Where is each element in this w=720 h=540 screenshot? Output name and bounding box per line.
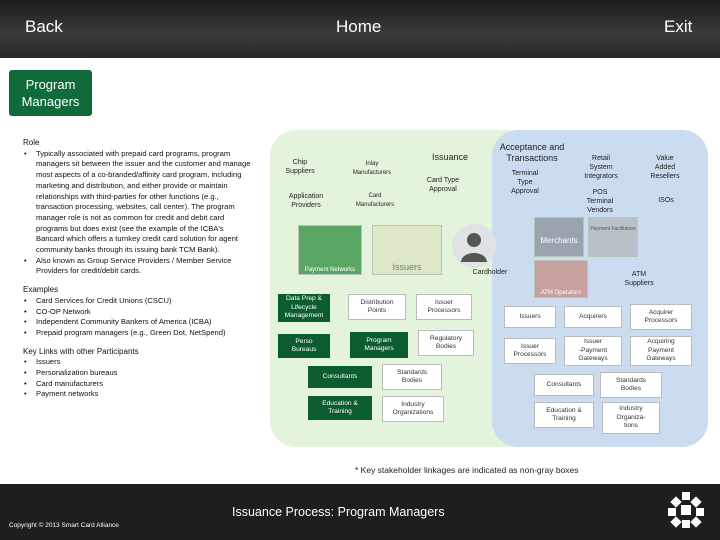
list-item: Typically associated with prepaid card p… <box>23 149 251 256</box>
home-button[interactable]: Home <box>336 17 381 37</box>
chip-suppliers-label: Chip Suppliers <box>285 159 315 175</box>
pos-terminal-vendors-label: POS Terminal Vendors <box>586 189 614 214</box>
data-prep-box[interactable]: Data Prep & Lifecycle Management <box>278 294 330 322</box>
cardholder-label: Cardholder <box>472 269 508 276</box>
list-item: CO-OP Network <box>23 307 251 318</box>
distribution-points-box[interactable]: Distribution Points <box>348 294 406 320</box>
atm-operators-tile: ATM Operators <box>534 260 588 298</box>
person-icon <box>461 233 487 262</box>
merchants-tile: Merchants <box>534 217 584 257</box>
list-item: Prepaid program managers (e.g., Green Do… <box>23 328 251 339</box>
issuers-caption: Issuers <box>392 262 422 272</box>
links-list: Issuers Personalization bureaus Card man… <box>23 357 251 400</box>
standards-bodies-box[interactable]: Standards Bodies <box>382 364 442 390</box>
footer-title: Issuance Process: Program Managers <box>232 505 445 519</box>
retail-system-integrators-label: Retail System Integrators <box>584 155 618 180</box>
acquirers-box[interactable]: Acquirers <box>564 306 622 328</box>
smart-card-alliance-logo-icon <box>668 492 704 528</box>
list-item: Also known as Group Service Providers / … <box>23 256 251 277</box>
education-training-box[interactable]: Education & Training <box>308 396 372 420</box>
acquiring-payment-gateways-box[interactable]: Acquiring Payment Gateways <box>630 336 692 366</box>
education-training-box-acceptance[interactable]: Education & Training <box>534 402 594 428</box>
list-item: Payment networks <box>23 389 251 400</box>
examples-heading: Examples <box>23 285 59 295</box>
list-item: Personalization bureaus <box>23 368 251 379</box>
card-type-approval-label: Card Type Approval <box>426 177 460 193</box>
acquirer-processors-box[interactable]: Acquirer Processors <box>630 304 692 330</box>
standards-bodies-box-acceptance[interactable]: Standards Bodies <box>600 372 662 398</box>
industry-organizations-box[interactable]: Industry Organizations <box>382 396 444 422</box>
application-providers-label: Application Providers <box>288 193 324 209</box>
inlay-manufacturers-label: Inlay Manufacturers <box>352 161 392 176</box>
consultants-box-acceptance[interactable]: Consultants <box>534 374 594 396</box>
footnote: * Key stakeholder linkages are indicated… <box>355 465 579 475</box>
links-heading: Key Links with other Participants <box>23 346 139 356</box>
examples-list: Card Services for Credit Unions (CSCU) C… <box>23 296 251 339</box>
stakeholder-diagram: Issuance Acceptance and Transactions Chip… <box>260 122 712 452</box>
issuance-title: Issuance <box>431 152 469 162</box>
regulatory-bodies-box[interactable]: Regulatory Bodies <box>418 330 474 356</box>
description-panel: Role Typically associated with prepaid c… <box>23 138 251 400</box>
card-manufacturers-label: Card Manufacturers <box>355 193 395 208</box>
cardholder-circle <box>452 224 496 268</box>
program-managers-box[interactable]: Program Managers <box>350 332 408 358</box>
payment-networks-caption: Payment Networks <box>304 267 356 273</box>
consultants-box[interactable]: Consultants <box>308 366 372 388</box>
role-heading: Role <box>23 138 40 147</box>
atm-operators-caption: ATM Operators <box>540 290 582 296</box>
value-added-resellers-label: Value Added Resellers <box>650 155 680 180</box>
list-item: Card manufacturers <box>23 379 251 390</box>
issuers-box[interactable]: Issuers <box>504 306 556 328</box>
terminal-type-approval-label: Terminal Type Approval <box>511 170 539 195</box>
acceptance-title: Acceptance and Transactions <box>499 142 565 163</box>
payment-facilitators-tile: Payment Facilitators <box>588 217 638 257</box>
copyright: Copyright © 2013 Smart Card Alliance <box>9 522 119 529</box>
section-title: Program Managers <box>9 70 92 116</box>
industry-organizations-box-acceptance[interactable]: Industry Organiza-tions <box>602 402 660 434</box>
merchants-caption: Merchants <box>540 236 578 245</box>
perso-bureaus-box[interactable]: Perso Bureaus <box>278 334 330 358</box>
issuers-tile: Issuers <box>372 225 442 275</box>
payment-networks-tile: Payment Networks <box>298 225 362 275</box>
role-list: Typically associated with prepaid card p… <box>23 149 251 277</box>
issuer-payment-gateways-box[interactable]: Issuer -Payment Gateways <box>564 336 622 366</box>
exit-button[interactable]: Exit <box>664 17 692 37</box>
list-item: Issuers <box>23 357 251 368</box>
payment-facilitators-caption: Payment Facilitators <box>590 226 636 232</box>
atm-suppliers-label: ATM Suppliers <box>624 271 654 287</box>
list-item: Card Services for Credit Unions (CSCU) <box>23 296 251 307</box>
issuer-processors-box[interactable]: Issuer Processors <box>416 294 472 320</box>
list-item: Independent Community Bankers of America… <box>23 317 251 328</box>
back-button[interactable]: Back <box>25 17 63 37</box>
isos-label: ISOs <box>658 197 674 204</box>
issuer-processors-box-acceptance[interactable]: Issuer Processors <box>504 338 556 364</box>
